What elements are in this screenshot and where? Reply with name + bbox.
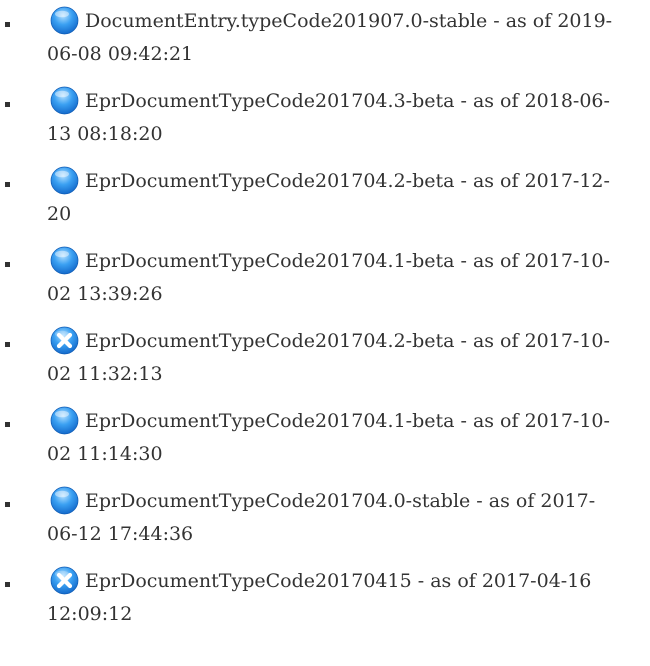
bullet bbox=[5, 502, 10, 507]
bullet bbox=[5, 422, 10, 427]
list-item-label: EprDocumentTypeCode201704.2-beta - as of… bbox=[47, 330, 610, 385]
list-item: EprDocumentTypeCode201704.0-stable - as … bbox=[0, 480, 650, 550]
list-item-label: EprDocumentTypeCode201704.1-beta - as of… bbox=[47, 410, 610, 465]
bullet bbox=[5, 102, 10, 107]
bullet bbox=[5, 182, 10, 187]
list-item: EprDocumentTypeCode201704.1-beta - as of… bbox=[0, 400, 650, 470]
bullet bbox=[5, 22, 10, 27]
bullet bbox=[5, 342, 10, 347]
bullet bbox=[5, 582, 10, 587]
list-item-label: EprDocumentTypeCode201704.2-beta - as of… bbox=[47, 170, 610, 225]
list-item: EprDocumentTypeCode201704.3-beta - as of… bbox=[0, 80, 650, 150]
list-item: EprDocumentTypeCode20170415 - as of 2017… bbox=[0, 560, 650, 630]
list-item: EprDocumentTypeCode201704.2-beta - as of… bbox=[0, 160, 650, 230]
list-item-label: EprDocumentTypeCode201704.0-stable - as … bbox=[47, 490, 596, 545]
list-item: EprDocumentTypeCode201704.2-beta - as of… bbox=[0, 320, 650, 390]
list-item-label: EprDocumentTypeCode20170415 - as of 2017… bbox=[47, 570, 592, 625]
list-item-label: EprDocumentTypeCode201704.1-beta - as of… bbox=[47, 250, 610, 305]
bullet bbox=[5, 262, 10, 267]
list-item-label: DocumentEntry.typeCode201907.0-stable - … bbox=[47, 10, 613, 65]
list-item-label: EprDocumentTypeCode201704.3-beta - as of… bbox=[47, 90, 610, 145]
list-item: DocumentEntry.typeCode201907.0-stable - … bbox=[0, 0, 650, 70]
list-item: EprDocumentTypeCode201704.1-beta - as of… bbox=[0, 240, 650, 310]
